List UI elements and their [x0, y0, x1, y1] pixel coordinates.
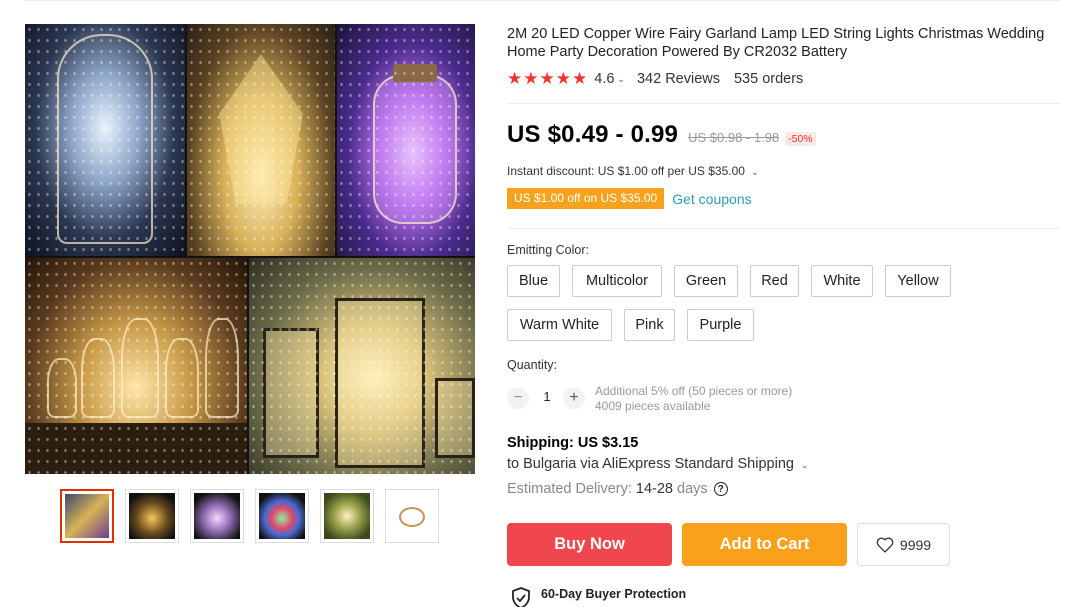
thumbnail-5[interactable] — [320, 489, 374, 543]
quantity-label: Quantity: — [507, 358, 558, 372]
image-panel-lantern — [187, 24, 335, 256]
get-coupons-link[interactable]: Get coupons — [672, 191, 751, 207]
thumbnail-1[interactable] — [60, 489, 114, 543]
instant-discount-text: Instant discount: US $1.00 off per US $3… — [507, 164, 745, 178]
current-price: US $0.49 - 0.99 — [507, 121, 679, 148]
star-icon: ★ — [539, 69, 555, 88]
divider — [507, 228, 1060, 229]
buyer-protection-title: 60-Day Buyer Protection — [541, 587, 687, 601]
delivery-days-unit: days — [677, 481, 708, 497]
chevron-down-icon[interactable]: ⌄ — [751, 167, 759, 177]
wishlist-count: 9999 — [899, 536, 932, 553]
shipping-destination-text: to Bulgaria via AliExpress Standard Ship… — [507, 456, 794, 472]
image-panel-lanterns — [249, 258, 475, 474]
thumbnail-4[interactable] — [255, 489, 309, 543]
star-icon: ★ — [507, 69, 523, 88]
chevron-down-icon[interactable]: ⌄ — [801, 460, 809, 470]
color-option-blue[interactable]: Blue — [507, 265, 560, 297]
pieces-available: 4009 pieces available — [595, 399, 711, 413]
help-icon[interactable]: ? — [713, 482, 728, 496]
wishlist-button[interactable]: 9999 — [857, 523, 950, 566]
light-sparkles — [249, 258, 475, 474]
thumbnail-3[interactable] — [190, 489, 244, 543]
color-option-white[interactable]: White — [811, 265, 873, 297]
color-option-purple[interactable]: Purple — [687, 309, 754, 341]
image-panel-bell-jars — [25, 258, 247, 474]
bulk-discount-note: Additional 5% off (50 pieces or more) — [595, 384, 793, 398]
quantity-decrease-button[interactable]: − — [507, 387, 529, 409]
color-option-yellow[interactable]: Yellow — [885, 265, 951, 297]
heart-outline-icon — [876, 537, 894, 553]
light-sparkles — [187, 24, 335, 256]
color-option-warm-white[interactable]: Warm White — [507, 309, 612, 341]
light-sparkles — [25, 24, 185, 256]
color-option-multicolor[interactable]: Multicolor — [572, 265, 662, 297]
quantity-input[interactable]: 1 — [541, 389, 553, 404]
reviews-link[interactable]: 342 Reviews — [637, 71, 720, 87]
star-icon: ★ — [523, 69, 539, 88]
light-sparkles — [337, 24, 475, 256]
top-divider — [25, 0, 1060, 1]
coupon-tag: US $1.00 off on US $35.00 — [507, 188, 665, 209]
buyer-protection: 60-Day Buyer Protection — [511, 587, 686, 607]
chevron-down-icon[interactable]: ⌄ — [617, 74, 625, 85]
product-title: 2M 20 LED Copper Wire Fairy Garland Lamp… — [507, 26, 1045, 60]
color-option-green[interactable]: Green — [674, 265, 738, 297]
shipping-cost: Shipping: US $3.15 — [507, 435, 639, 451]
color-option-red[interactable]: Red — [750, 265, 799, 297]
image-panel-purple-jar — [337, 24, 475, 256]
rating-row: ★ ★ ★ ★ ★ 4.6 ⌄ 342 Reviews 535 orders — [507, 70, 803, 88]
divider — [507, 103, 1060, 104]
discount-badge: -50% — [785, 132, 816, 146]
original-price: US $0.98 - 1.98 — [688, 130, 780, 145]
shield-check-icon — [512, 587, 530, 607]
color-label: Emitting Color: — [507, 243, 589, 257]
thumbnail-6[interactable] — [385, 489, 439, 543]
rating-value[interactable]: 4.6 — [594, 71, 614, 87]
light-sparkles — [25, 258, 247, 474]
coupon-row: US $1.00 off on US $35.00 Get coupons — [507, 188, 752, 209]
main-product-image[interactable] — [25, 24, 475, 474]
price-row: US $0.49 - 0.99 US $0.98 - 1.98 -50% — [507, 121, 816, 149]
orders-count: 535 orders — [733, 71, 804, 87]
star-rating: ★ ★ ★ ★ ★ — [507, 70, 588, 88]
shipping-destination[interactable]: to Bulgaria via AliExpress Standard Ship… — [507, 456, 809, 472]
add-to-cart-button[interactable]: Add to Cart — [682, 523, 847, 566]
thumbnail-2[interactable] — [125, 489, 179, 543]
color-option-pink[interactable]: Pink — [624, 309, 675, 341]
instant-discount[interactable]: Instant discount: US $1.00 off per US $3… — [507, 164, 759, 178]
delivery-label: Estimated Delivery: — [507, 481, 632, 497]
buy-now-button[interactable]: Buy Now — [507, 523, 672, 566]
estimated-delivery: Estimated Delivery: 14-28 days ? — [507, 481, 728, 497]
quantity-increase-button[interactable]: + — [563, 387, 585, 409]
image-panel-white-lights — [25, 24, 185, 256]
star-icon: ★ — [555, 69, 571, 88]
delivery-days: 14-28 — [635, 481, 673, 497]
star-icon: ★ — [572, 69, 588, 88]
